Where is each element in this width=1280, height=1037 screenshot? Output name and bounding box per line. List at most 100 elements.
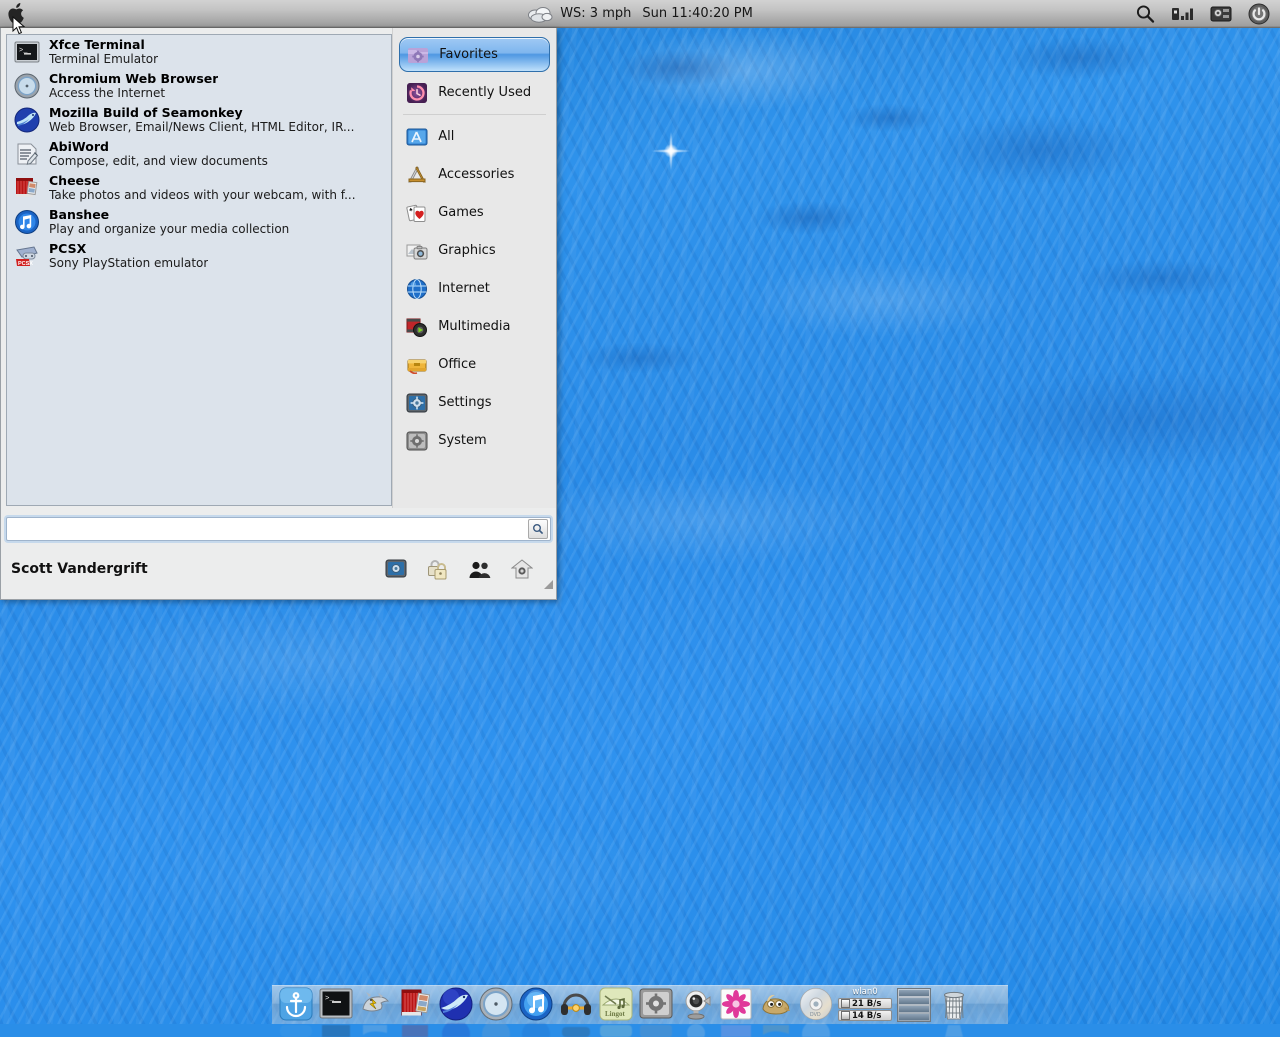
category-label: Graphics: [438, 243, 496, 258]
multimedia-icon: [405, 315, 429, 339]
weather-windspeed-label: WS: 3 mph: [560, 6, 632, 21]
internet-icon: [405, 277, 429, 301]
mouse-cursor-icon: [12, 15, 26, 36]
dock-item-image-viewer[interactable]: [718, 987, 754, 1037]
category-label: System: [438, 433, 487, 448]
webcam-icon: [685, 990, 711, 1020]
dock-item-gimp[interactable]: [758, 987, 794, 1035]
log-out-icon[interactable]: [510, 557, 534, 581]
category-item-settings[interactable]: Settings: [399, 385, 550, 420]
dock-item-lingot[interactable]: Lingot: [598, 987, 634, 1037]
category-item-multimedia[interactable]: Multimedia: [399, 309, 550, 344]
cheese-icon: [401, 989, 431, 1016]
seamonkey-icon: [439, 987, 473, 1021]
settings-manager-icon: [639, 988, 673, 1019]
dock-panel: >_ Lingot DVD wlan0 21 B/s 14 B/s: [272, 985, 1008, 1037]
banshee-icon: [13, 208, 41, 236]
chromium-icon: [13, 72, 41, 100]
category-label: All: [438, 129, 455, 144]
application-menu: >_ Xfce Terminal Terminal Emulator Chrom…: [0, 28, 557, 600]
lingot-icon: Lingot: [599, 987, 633, 1021]
category-separator: [403, 114, 546, 115]
terminal-icon: >_: [13, 38, 41, 66]
switch-user-icon[interactable]: [468, 557, 492, 581]
wallpaper-dark-patches: [560, 28, 1280, 428]
resize-grip-icon[interactable]: [542, 578, 554, 590]
app-description: Terminal Emulator: [49, 51, 159, 66]
abiword-icon: [13, 140, 41, 168]
list-item[interactable]: >_ Xfce Terminal Terminal Emulator: [7, 35, 391, 69]
signal-strength-icon[interactable]: [1170, 2, 1196, 26]
menu-footer: Scott Vandergrift: [1, 546, 556, 592]
dock-item-settings[interactable]: [638, 987, 674, 1037]
system-tray: [1132, 2, 1272, 26]
network-monitor-widget[interactable]: wlan0 21 B/s 14 B/s: [838, 987, 892, 1023]
category-item-system[interactable]: System: [399, 423, 550, 458]
graphics-icon: [405, 239, 429, 263]
svg-text:DVD: DVD: [810, 1012, 821, 1018]
dock-item-dvd[interactable]: DVD: [798, 987, 834, 1037]
network-interface-label: wlan0: [852, 987, 878, 997]
category-item-games[interactable]: ♠ Games: [399, 195, 550, 230]
power-icon[interactable]: [1246, 2, 1272, 26]
category-item-recently-used[interactable]: Recently Used: [399, 75, 550, 110]
category-item-all[interactable]: All: [399, 119, 550, 154]
dock-item-audio[interactable]: [558, 987, 594, 1037]
terminal-icon: >_: [319, 988, 353, 1019]
chromium-icon: [479, 987, 513, 1021]
dvd-disc-icon: DVD: [800, 988, 832, 1020]
category-item-office[interactable]: Office: [399, 347, 550, 382]
network-download-row: 14 B/s: [838, 1010, 892, 1021]
category-item-graphics[interactable]: Graphics: [399, 233, 550, 268]
app-description: Play and organize your media collection: [49, 221, 290, 236]
category-item-favorites[interactable]: Favorites: [399, 37, 550, 72]
dock-item-chromium[interactable]: [478, 987, 514, 1037]
app-description: Web Browser, Email/News Client, HTML Edi…: [49, 119, 355, 134]
category-label: Settings: [438, 395, 492, 410]
app-description: Sony PlayStation emulator: [49, 255, 209, 270]
dock-item-terminal[interactable]: >_: [318, 987, 354, 1037]
app-name: PCSX: [49, 242, 87, 257]
list-item[interactable]: Chromium Web Browser Access the Internet: [7, 69, 391, 103]
category-item-internet[interactable]: Internet: [399, 271, 550, 306]
thunar-file-manager-icon: [362, 992, 390, 1012]
search-input[interactable]: [11, 518, 528, 540]
dock-item-file-manager[interactable]: [358, 987, 394, 1035]
dock-item-webcam[interactable]: [678, 987, 714, 1037]
dock-item-system-monitor[interactable]: [896, 987, 932, 1023]
dock-item-trash[interactable]: [936, 987, 972, 1037]
dock-item-seamonkey[interactable]: [438, 987, 474, 1037]
app-description: Take photos and videos with your webcam,…: [49, 187, 356, 202]
search-icon[interactable]: [528, 519, 548, 539]
list-item[interactable]: Mozilla Build of Seamonkey Web Browser, …: [7, 103, 391, 137]
dock-item-banshee[interactable]: [518, 987, 554, 1037]
category-label: Favorites: [439, 47, 498, 62]
settings-manager-icon[interactable]: [384, 557, 408, 581]
category-label: Accessories: [438, 167, 515, 182]
category-item-accessories[interactable]: Accessories: [399, 157, 550, 192]
search-icon[interactable]: [1132, 2, 1158, 26]
list-item[interactable]: Banshee Play and organize your media col…: [7, 205, 391, 239]
image-viewer-icon: [720, 988, 752, 1020]
panel-center-status: WS: 3 mph Sun 11:40:20 PM: [0, 5, 1280, 23]
settings-icon: [405, 391, 429, 415]
dock-item-cheese[interactable]: [398, 987, 434, 1037]
search-box[interactable]: [6, 517, 551, 541]
app-name: Banshee: [49, 208, 110, 223]
category-label: Recently Used: [438, 85, 532, 100]
pcsx-icon: PCSX: [13, 242, 41, 270]
app-description: Compose, edit, and view documents: [49, 153, 268, 168]
category-label: Games: [438, 205, 484, 220]
list-item[interactable]: AbiWord Compose, edit, and view document…: [7, 137, 391, 171]
dock-item-docky[interactable]: [278, 987, 314, 1037]
headphones-icon: [561, 993, 591, 1015]
category-list: Favorites Recently Used All Accessories …: [392, 28, 556, 508]
upload-indicator-icon: [841, 999, 850, 1008]
app-name: AbiWord: [49, 140, 109, 155]
mixer-settings-icon[interactable]: [1208, 2, 1234, 26]
footer-button-group: [384, 557, 534, 581]
app-name: Mozilla Build of Seamonkey: [49, 106, 243, 121]
list-item[interactable]: PCSX PCSX Sony PlayStation emulator: [7, 239, 391, 273]
list-item[interactable]: Cheese Take photos and videos with your …: [7, 171, 391, 205]
lock-screen-icon[interactable]: [426, 557, 450, 581]
